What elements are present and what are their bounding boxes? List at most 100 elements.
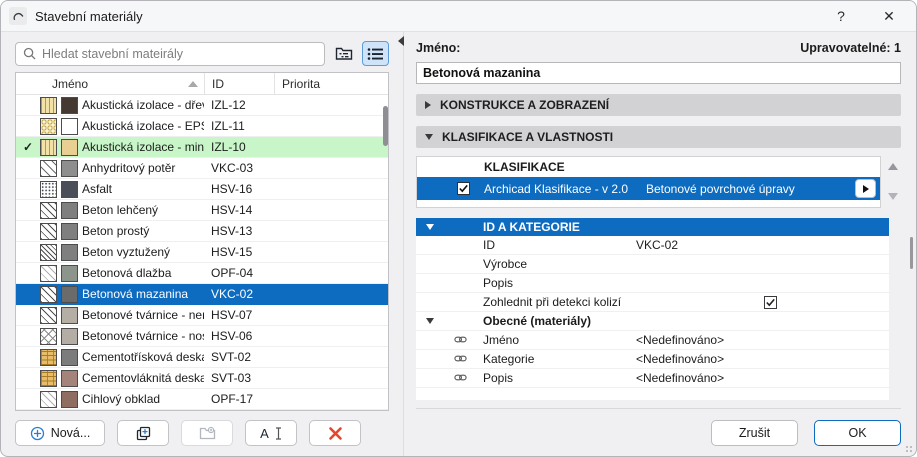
table-row[interactable]: Cementovláknitá deskaSVT-03 — [16, 368, 388, 389]
play-icon — [863, 185, 869, 193]
delete-button[interactable] — [309, 420, 361, 446]
column-label: Jméno — [52, 77, 88, 91]
scroll-up-icon[interactable] — [888, 163, 898, 170]
building-material-icon — [9, 7, 27, 25]
classification-checkbox[interactable] — [457, 182, 470, 195]
property-group-header[interactable]: ID A KATEGORIE — [416, 218, 889, 236]
color-swatch — [61, 265, 78, 282]
property-value[interactable]: VKC-02 — [636, 238, 889, 252]
pattern-swatch — [40, 160, 57, 177]
column-header-id[interactable]: ID — [204, 73, 274, 94]
editable-count-label: Upravovatelné: 1 — [800, 41, 901, 55]
text-cursor-icon — [275, 427, 282, 440]
table-row[interactable]: Akustická izolace - EPSIZL-11 — [16, 116, 388, 137]
classification-row[interactable]: Archicad Klasifikace - v 2.0 Betonové po… — [417, 177, 880, 200]
pattern-swatch — [40, 223, 57, 240]
help-button[interactable]: ? — [828, 5, 854, 27]
table-header: Jméno ID Priorita — [16, 73, 388, 95]
scroll-down-icon[interactable] — [888, 193, 898, 200]
table-row[interactable]: ✓Akustická izolace - minerá...IZL-10 — [16, 137, 388, 158]
pattern-swatch — [40, 328, 57, 345]
material-name: Betonová mazanina — [82, 287, 204, 301]
property-value[interactable]: <Nedefinováno> — [636, 371, 889, 385]
classification-scrollbar[interactable] — [881, 156, 901, 208]
property-row[interactable]: Jméno<Nedefinováno> — [416, 331, 889, 350]
material-id: VKC-02 — [204, 287, 274, 301]
column-header-name[interactable]: Jméno — [16, 73, 204, 94]
duplicate-material-button[interactable] — [117, 420, 169, 446]
tree-view-button[interactable] — [330, 41, 357, 66]
table-row[interactable]: Betonová mazaninaVKC-02 — [16, 284, 388, 305]
table-row[interactable]: Akustická izolace - dřevov...IZL-12 — [16, 95, 388, 116]
resize-grip[interactable] — [905, 445, 913, 453]
table-row[interactable]: Anhydritový potěrVKC-03 — [16, 158, 388, 179]
dialog-title: Stavební materiály — [35, 9, 143, 24]
column-header-priority[interactable]: Priorita — [274, 73, 374, 94]
property-row[interactable]: IDVKC-02 — [416, 236, 889, 255]
color-swatch — [61, 181, 78, 198]
color-swatch — [61, 160, 78, 177]
rename-button[interactable]: A — [245, 420, 297, 446]
new-material-button[interactable]: Nová... — [15, 420, 105, 446]
search-box[interactable] — [15, 42, 325, 66]
material-name: Beton prostý — [82, 224, 204, 238]
table-row[interactable]: Beton prostýHSV-13 — [16, 221, 388, 242]
ok-button[interactable]: OK — [814, 420, 901, 446]
property-row[interactable]: Zohlednit při detekci kolizí — [416, 293, 889, 312]
property-group-header[interactable]: Obecné (materiály) — [416, 312, 889, 331]
material-id: SVT-02 — [204, 350, 274, 364]
table-row[interactable]: Cihlový obkladOPF-17 — [16, 389, 388, 410]
list-view-button[interactable] — [362, 41, 389, 66]
table-row[interactable]: AsfaltHSV-16 — [16, 179, 388, 200]
section-classification[interactable]: KLASIFIKACE A VLASTNOSTI — [416, 126, 901, 148]
property-checkbox[interactable] — [764, 296, 777, 309]
table-row[interactable]: Cihly plné - nenosnéHSV-05 — [16, 410, 388, 411]
classification-expand-button[interactable] — [855, 179, 876, 198]
property-row[interactable]: Popis<Nedefinováno> — [416, 369, 889, 388]
material-name: Cementotřísková deska — [82, 350, 204, 364]
table-row[interactable]: Cementotřísková deskaSVT-02 — [16, 347, 388, 368]
table-row[interactable]: Beton vyztuženýHSV-15 — [16, 242, 388, 263]
section-label: KONSTRUKCE A ZOBRAZENÍ — [440, 98, 609, 112]
table-row[interactable]: Betonové tvárnice - nosnéHSV-06 — [16, 326, 388, 347]
classification-system: Archicad Klasifikace - v 2.0 — [484, 182, 646, 196]
close-button[interactable]: ✕ — [876, 5, 902, 27]
panel-collapse-icon[interactable] — [398, 36, 404, 46]
property-row[interactable]: Výrobce — [416, 255, 889, 274]
plus-circle-icon — [30, 426, 45, 441]
list-scrollbar[interactable] — [383, 106, 388, 146]
group-label: ID A KATEGORIE — [483, 220, 580, 234]
property-value[interactable]: <Nedefinováno> — [636, 352, 889, 366]
material-name: Anhydritový potěr — [82, 161, 204, 175]
properties-scrollbar[interactable] — [910, 237, 913, 269]
chevron-down-icon — [426, 224, 434, 230]
name-label: Jméno: — [416, 41, 460, 55]
chain-link-icon — [454, 334, 467, 348]
material-id: IZL-12 — [204, 98, 274, 112]
chevron-right-icon — [425, 101, 431, 109]
table-row[interactable]: Beton lehčenýHSV-14 — [16, 200, 388, 221]
color-swatch — [61, 391, 78, 408]
material-id: SVT-03 — [204, 371, 274, 385]
cancel-button[interactable]: Zrušit — [711, 420, 798, 446]
material-name: Beton vyztužený — [82, 245, 204, 259]
search-input[interactable] — [42, 47, 317, 61]
property-row[interactable]: Kategorie<Nedefinováno> — [416, 350, 889, 369]
material-table: Jméno ID Priorita Akustická izolace - dř… — [15, 72, 389, 411]
material-table-body: Akustická izolace - dřevov...IZL-12Akust… — [16, 95, 388, 411]
table-row[interactable]: Betonová dlažbaOPF-04 — [16, 263, 388, 284]
material-name: Asfalt — [82, 182, 204, 196]
pattern-swatch — [40, 202, 57, 219]
property-row[interactable]: Popis — [416, 274, 889, 293]
material-name-input[interactable] — [416, 62, 901, 84]
color-swatch — [61, 370, 78, 387]
table-row[interactable]: Betonové tvárnice - nenos...HSV-07 — [16, 305, 388, 326]
color-swatch — [61, 118, 78, 135]
property-value[interactable]: <Nedefinováno> — [636, 333, 889, 347]
section-label: KLASIFIKACE A VLASTNOSTI — [442, 130, 613, 144]
property-label: Výrobce — [483, 257, 636, 271]
property-label: Jméno — [483, 333, 636, 347]
material-id: HSV-13 — [204, 224, 274, 238]
dialog-footer: Zrušit OK — [416, 408, 901, 446]
section-construction[interactable]: KONSTRUKCE A ZOBRAZENÍ — [416, 94, 901, 116]
